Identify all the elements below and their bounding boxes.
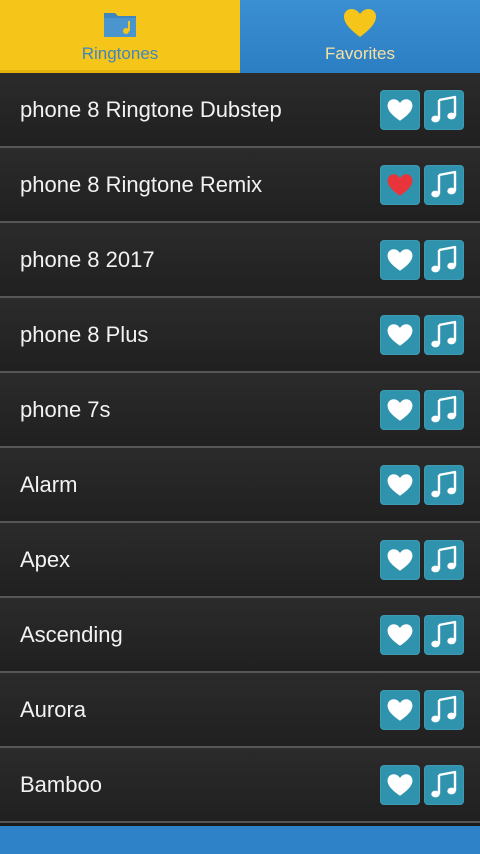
heart-icon [387,548,413,571]
ringtone-row[interactable]: Alarm [0,448,480,523]
ringtone-row[interactable]: Aurora [0,673,480,748]
ringtone-row[interactable]: Apex [0,523,480,598]
folder-music-icon [101,6,139,40]
ringtone-title: phone 8 2017 [20,246,155,272]
music-note-icon [431,620,457,647]
heart-icon [387,398,413,421]
play-ringtone-button[interactable] [424,89,464,130]
play-ringtone-button[interactable] [424,464,464,505]
music-note-icon [431,695,457,722]
music-note-icon [431,770,457,797]
heart-icon [387,773,413,796]
bottom-bar [0,826,480,854]
ringtone-row[interactable]: Bamboo [0,748,480,823]
music-note-icon [431,170,457,197]
heart-icon [387,473,413,496]
heart-icon [387,323,413,346]
ringtone-list: phone 8 Ringtone Dubstep phone 8 Ringtone… [0,73,480,823]
tab-favorites-label: Favorites [325,44,395,63]
tab-ringtones[interactable]: Ringtones [0,0,240,73]
play-ringtone-button[interactable] [424,389,464,430]
tab-favorites[interactable]: Favorites [240,0,480,73]
play-ringtone-button[interactable] [424,614,464,655]
ringtone-title: Aurora [20,696,87,722]
play-ringtone-button[interactable] [424,539,464,580]
music-note-icon [431,95,457,122]
ringtone-row[interactable]: phone 8 2017 [0,223,480,298]
favorite-button[interactable] [380,89,420,130]
favorite-button[interactable] [380,614,420,655]
ringtone-row[interactable]: phone 8 Ringtone Remix [0,148,480,223]
ringtone-title: phone 7s [20,396,111,422]
music-note-icon [431,320,457,347]
ringtone-title: Apex [20,546,71,572]
play-ringtone-button[interactable] [424,239,464,280]
heart-icon [341,6,379,40]
favorite-button[interactable] [380,314,420,355]
play-ringtone-button[interactable] [424,314,464,355]
play-ringtone-button[interactable] [424,689,464,730]
ringtone-row[interactable]: Ascending [0,598,480,673]
favorite-button[interactable] [380,539,420,580]
music-note-icon [431,470,457,497]
heart-icon [387,623,413,646]
ringtone-row[interactable]: phone 8 Ringtone Dubstep [0,73,480,148]
ringtone-title: Bamboo [20,771,102,797]
ringtone-title: phone 8 Plus [20,321,149,347]
favorite-button[interactable] [380,689,420,730]
ringtone-title: phone 8 Ringtone Remix [20,171,263,197]
favorite-button[interactable] [380,764,420,805]
heart-icon [387,698,413,721]
favorite-button[interactable] [380,389,420,430]
ringtone-title: Ascending [20,621,123,647]
favorite-button[interactable] [380,239,420,280]
tab-bar: Ringtones Favorites [0,0,480,73]
ringtone-row[interactable]: phone 8 Plus [0,298,480,373]
music-note-icon [431,245,457,272]
ringtone-title: Alarm [20,471,78,497]
ringtone-row[interactable]: phone 7s [0,373,480,448]
play-ringtone-button[interactable] [424,164,464,205]
favorite-button[interactable] [380,464,420,505]
favorite-button[interactable] [380,164,420,205]
heart-icon [387,98,413,121]
heart-icon [387,248,413,271]
music-note-icon [431,545,457,572]
music-note-icon [431,395,457,422]
play-ringtone-button[interactable] [424,764,464,805]
heart-icon [387,173,413,196]
tab-ringtones-label: Ringtones [81,44,159,63]
ringtone-title: phone 8 Ringtone Dubstep [20,96,282,122]
